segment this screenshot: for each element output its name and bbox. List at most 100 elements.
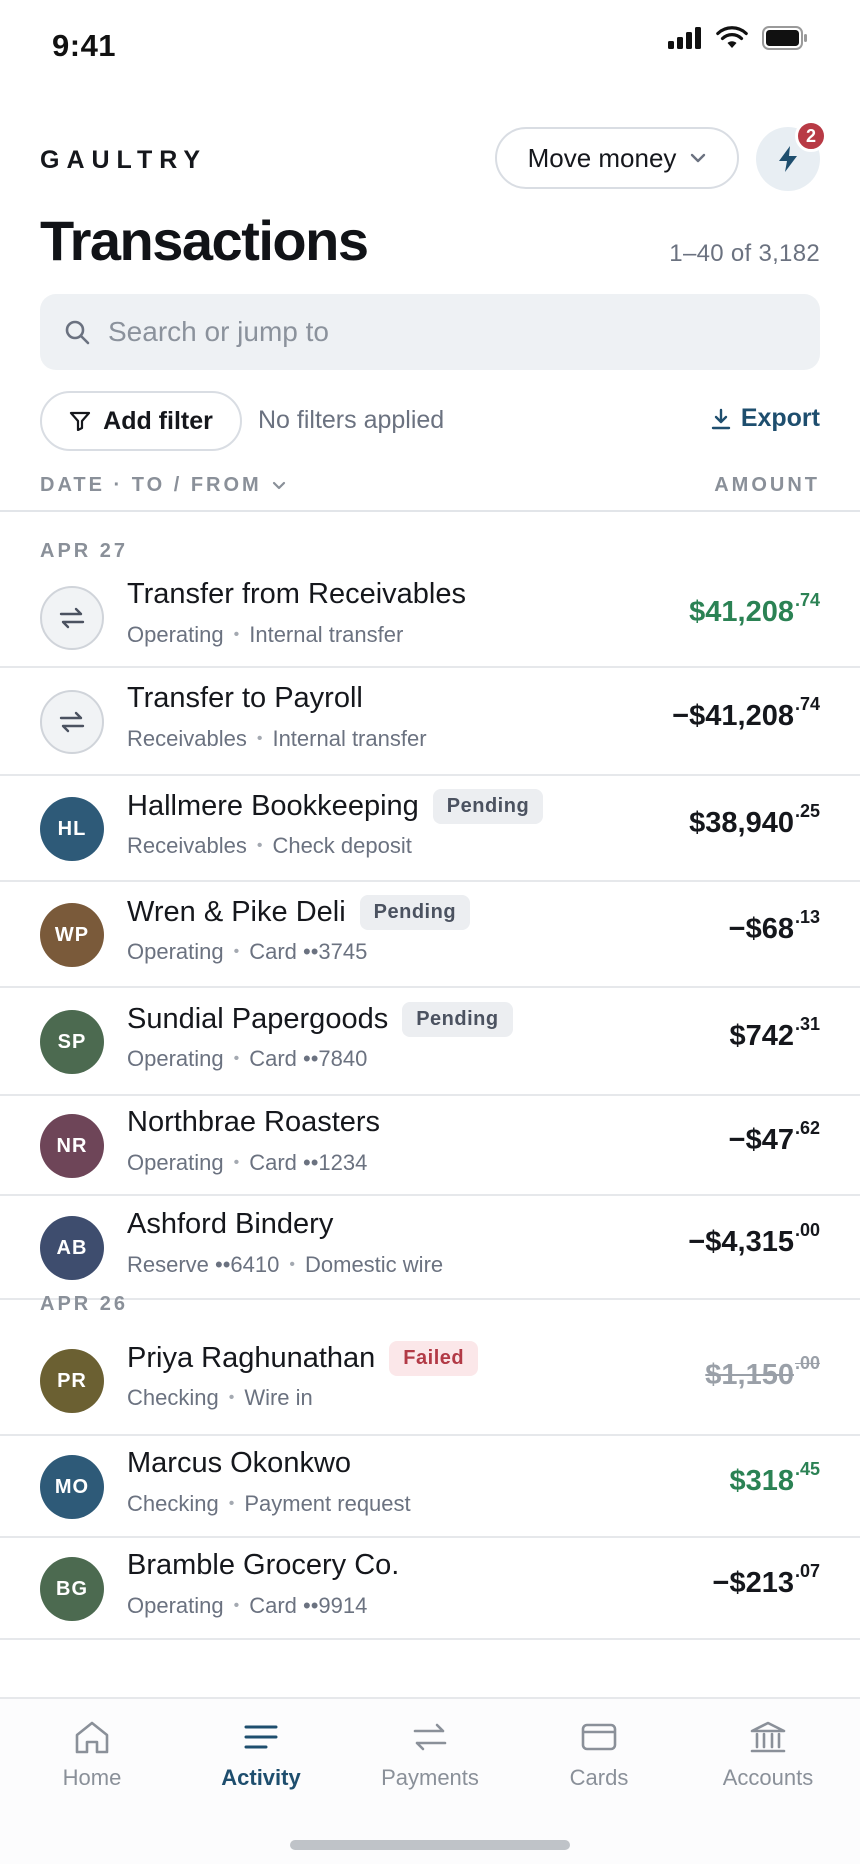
transaction-name-line: Transfer to Payroll bbox=[127, 682, 363, 715]
transaction-amount: −$213.07 bbox=[713, 1561, 820, 1600]
transaction-method: Internal transfer bbox=[272, 726, 427, 751]
transaction-account: Operating bbox=[127, 1593, 224, 1618]
avatar: SP bbox=[40, 1010, 104, 1074]
transaction-row[interactable]: BG Bramble Grocery Co. Operating • Card ••99… bbox=[0, 1538, 860, 1640]
amount-cents: .62 bbox=[794, 1118, 820, 1138]
wifi-icon bbox=[716, 26, 748, 48]
move-money-button[interactable]: Move money bbox=[495, 127, 739, 189]
amount-whole: $38,940 bbox=[689, 807, 794, 839]
page-title: Transactions bbox=[40, 209, 369, 272]
tab-label: Accounts bbox=[722, 1765, 814, 1790]
transaction-row[interactable]: Transfer to Payroll Receivables • Internal … bbox=[0, 668, 860, 776]
column-header-amount: AMOUNT bbox=[714, 474, 820, 496]
separator-dot: • bbox=[289, 1256, 295, 1273]
transaction-amount: $318.45 bbox=[729, 1459, 820, 1498]
transaction-details: Receivables • Check deposit bbox=[127, 833, 412, 859]
amount-cents: .74 bbox=[794, 694, 820, 714]
card-icon bbox=[581, 1723, 617, 1751]
transaction-details: Operating • Card ••9914 bbox=[127, 1593, 367, 1619]
transaction-amount: $1,150.00 bbox=[705, 1353, 820, 1392]
sort-column-header[interactable]: DATE · TO / FROM bbox=[40, 474, 286, 497]
transaction-row[interactable]: SP Sundial Papergoods Pending Operating • Car… bbox=[0, 988, 860, 1096]
amount-cents: .13 bbox=[794, 907, 820, 927]
amount-cents: .74 bbox=[794, 590, 820, 610]
amount-whole: $318 bbox=[729, 1465, 794, 1497]
chevron-down-icon bbox=[272, 481, 285, 490]
transaction-method: Payment request bbox=[244, 1491, 411, 1516]
transaction-details: Operating • Card ••7840 bbox=[127, 1046, 367, 1072]
search-icon bbox=[65, 320, 90, 345]
avatar: MO bbox=[40, 1455, 104, 1519]
lightning-icon bbox=[779, 146, 797, 172]
transaction-account: Receivables bbox=[127, 833, 247, 858]
export-button[interactable]: Export bbox=[711, 404, 820, 433]
transaction-details: Operating • Card ••1234 bbox=[127, 1150, 367, 1176]
amount-cents: .00 bbox=[794, 1220, 820, 1240]
transaction-name-line: Hallmere Bookkeeping Pending bbox=[127, 789, 544, 824]
amount-cents: .00 bbox=[794, 1353, 820, 1373]
transfer-icon bbox=[40, 586, 104, 650]
avatar: NR bbox=[40, 1114, 104, 1178]
payments-icon bbox=[413, 1723, 447, 1751]
amount-whole: −$68 bbox=[728, 913, 794, 945]
status-badge: Pending bbox=[432, 789, 544, 824]
filter-icon bbox=[70, 411, 91, 431]
transaction-name: Wren & Pike Deli bbox=[127, 896, 346, 928]
transaction-row[interactable]: AB Ashford Bindery Reserve ••6410 • Domestic… bbox=[0, 1196, 860, 1300]
chevron-down-icon bbox=[691, 153, 706, 163]
add-filter-button[interactable]: Add filter bbox=[40, 391, 242, 451]
amount-cents: .07 bbox=[794, 1561, 820, 1581]
status-bar: 9:41 bbox=[0, 0, 860, 92]
transaction-name: Marcus Okonkwo bbox=[127, 1447, 352, 1479]
transaction-name-line: Ashford Bindery bbox=[127, 1208, 333, 1241]
amount-whole: −$47 bbox=[728, 1124, 794, 1156]
transaction-account: Operating bbox=[127, 939, 224, 964]
transaction-name: Transfer to Payroll bbox=[127, 682, 363, 714]
avatar: AB bbox=[40, 1216, 104, 1280]
transaction-name: Transfer from Receivables bbox=[127, 578, 466, 610]
home-indicator bbox=[290, 1840, 570, 1850]
transaction-method: Card ••9914 bbox=[249, 1593, 368, 1618]
transaction-amount: −$4,315.00 bbox=[688, 1220, 820, 1259]
bank-icon bbox=[750, 1721, 786, 1753]
amount-whole: −$4,315 bbox=[688, 1226, 794, 1258]
transaction-details: Checking • Wire in bbox=[127, 1385, 313, 1411]
status-badge: Failed bbox=[389, 1341, 479, 1376]
activity-icon bbox=[244, 1725, 278, 1749]
transaction-amount: −$47.62 bbox=[728, 1118, 820, 1157]
transaction-amount: $38,940.25 bbox=[689, 801, 820, 840]
amount-whole: $1,150 bbox=[705, 1359, 794, 1391]
transaction-row[interactable]: WP Wren & Pike Deli Pending Operating • Card … bbox=[0, 882, 860, 988]
column-header-left: DATE · TO / FROM bbox=[40, 474, 262, 496]
transaction-row[interactable]: MO Marcus Okonkwo Checking • Payment request… bbox=[0, 1436, 860, 1538]
tab-activity[interactable]: Activity bbox=[175, 1719, 347, 1791]
section-date-label: APR 27 bbox=[40, 540, 129, 562]
transaction-row[interactable]: PR Priya Raghunathan Failed Checking • Wire i… bbox=[0, 1326, 860, 1436]
transaction-amount: $742.31 bbox=[729, 1014, 820, 1053]
tab-bar: Home Activity Payments Cards Accounts bbox=[0, 1697, 860, 1864]
notification-badge: 2 bbox=[795, 120, 827, 152]
transaction-details: Operating • Internal transfer bbox=[127, 622, 403, 648]
status-badge: Pending bbox=[359, 895, 471, 930]
status-time: 9:41 bbox=[52, 28, 117, 63]
status-badge: Pending bbox=[402, 1002, 513, 1037]
transaction-method: Card ••7840 bbox=[249, 1046, 368, 1071]
transaction-name-line: Wren & Pike Deli Pending bbox=[127, 895, 471, 930]
avatar: HL bbox=[40, 797, 104, 861]
amount-whole: $742 bbox=[729, 1020, 794, 1052]
tab-accounts[interactable]: Accounts bbox=[682, 1719, 854, 1791]
tab-home[interactable]: Home bbox=[6, 1719, 178, 1791]
search-input[interactable]: Search or jump to bbox=[40, 294, 820, 370]
tab-payments[interactable]: Payments bbox=[344, 1719, 516, 1791]
transaction-row[interactable]: HL Hallmere Bookkeeping Pending Receivables… bbox=[0, 776, 860, 882]
header-divider bbox=[0, 510, 860, 512]
transaction-name: Hallmere Bookkeeping bbox=[127, 790, 419, 822]
transaction-name: Bramble Grocery Co. bbox=[127, 1549, 400, 1581]
transaction-row[interactable]: NR Northbrae Roasters Operating • Card ••123… bbox=[0, 1096, 860, 1196]
tab-cards[interactable]: Cards bbox=[513, 1719, 685, 1791]
transaction-name-line: Bramble Grocery Co. bbox=[127, 1549, 399, 1582]
separator-dot: • bbox=[233, 1050, 240, 1067]
transaction-name: Northbrae Roasters bbox=[127, 1106, 381, 1138]
transaction-row[interactable]: Transfer from Receivables Operating • Inter… bbox=[0, 568, 860, 668]
separator-dot: • bbox=[256, 730, 263, 747]
